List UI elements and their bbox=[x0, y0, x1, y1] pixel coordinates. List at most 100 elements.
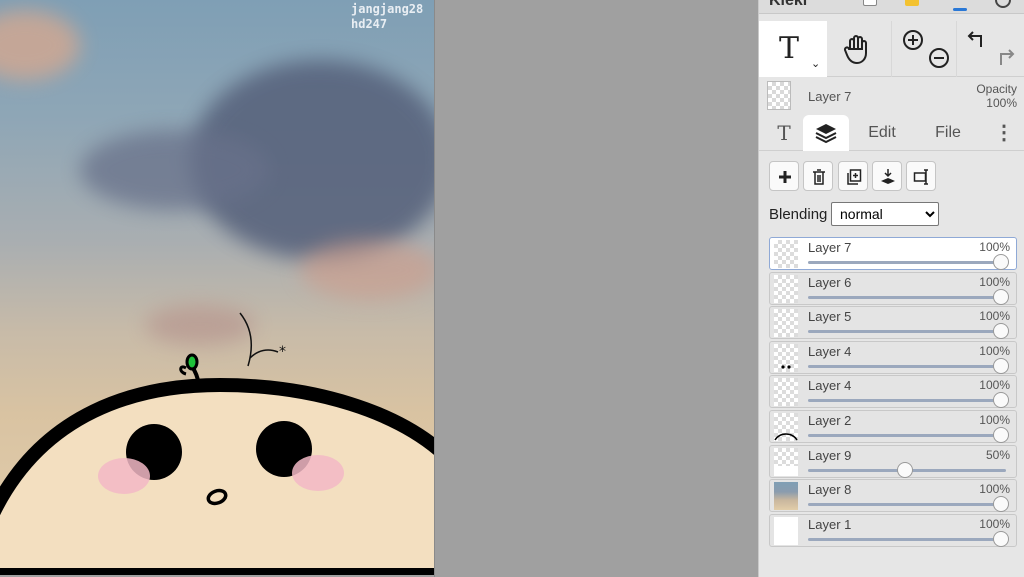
layer-list: Layer 7 100% Layer 6 100% Layer 5 100% Layer 4… bbox=[769, 237, 1017, 548]
layer-thumbnail bbox=[774, 309, 798, 338]
current-layer-thumbnail bbox=[767, 81, 791, 110]
duplicate-layer-button[interactable] bbox=[838, 161, 868, 191]
sketch-star: * bbox=[279, 344, 286, 360]
rename-layer-button[interactable] bbox=[906, 161, 936, 191]
watermark: jangjang28 hd247 bbox=[351, 2, 423, 32]
opacity-value: 100% bbox=[986, 96, 1017, 110]
layer-name: Layer 7 bbox=[808, 240, 852, 255]
layer-thumbnail bbox=[774, 274, 798, 303]
watermark-line-1: jangjang28 bbox=[351, 2, 424, 16]
layer-opacity: 50% bbox=[985, 447, 1010, 462]
left-blush bbox=[98, 458, 150, 494]
opacity-slider-handle[interactable] bbox=[993, 426, 1009, 443]
tab-file[interactable]: File bbox=[923, 115, 973, 151]
opacity-slider-track[interactable] bbox=[808, 503, 1006, 507]
tab-layers[interactable] bbox=[803, 115, 849, 151]
layer-thumbnail bbox=[774, 482, 798, 511]
layer-thumbnail bbox=[774, 447, 798, 476]
sketch-curve bbox=[249, 349, 279, 359]
sketch-line bbox=[239, 312, 253, 367]
layer-opacity: 100% bbox=[979, 274, 1010, 289]
redo-icon[interactable] bbox=[993, 47, 1015, 69]
new-image-icon[interactable] bbox=[863, 0, 877, 6]
layer-row[interactable]: Layer 5 100% bbox=[769, 306, 1017, 340]
add-layer-button[interactable] bbox=[769, 161, 799, 191]
layer-row[interactable]: Layer 1 100% bbox=[769, 513, 1017, 547]
layer-opacity: 100% bbox=[979, 309, 1010, 324]
drawing-canvas[interactable]: * jangjang28 hd247 bbox=[0, 0, 434, 575]
trash-icon bbox=[813, 169, 825, 185]
hand-icon bbox=[843, 35, 867, 65]
opacity-slider-track[interactable] bbox=[808, 399, 1006, 403]
undo-icon[interactable] bbox=[967, 29, 989, 51]
opacity-slider-handle[interactable] bbox=[993, 323, 1009, 340]
blending-mode-select[interactable]: normal bbox=[831, 202, 939, 226]
layer-name: Layer 4 bbox=[808, 343, 852, 359]
side-panel: Kleki T ⌄ Layer 7 Opacity 100% T Edit Fi… bbox=[758, 0, 1024, 577]
layer-row[interactable]: Layer 8 100% bbox=[769, 479, 1017, 513]
help-icon[interactable] bbox=[995, 0, 1011, 8]
opacity-slider-handle[interactable] bbox=[993, 288, 1009, 305]
more-menu-icon[interactable]: ⋮ bbox=[991, 115, 1017, 151]
layer-actions bbox=[759, 152, 1024, 200]
opacity-slider-handle[interactable] bbox=[993, 392, 1009, 409]
merge-down-button[interactable] bbox=[872, 161, 902, 191]
layer-name: Layer 1 bbox=[808, 516, 852, 532]
opacity-label: Opacity bbox=[976, 82, 1017, 96]
opacity-slider-track[interactable] bbox=[808, 330, 1006, 334]
opacity-slider-handle[interactable] bbox=[896, 461, 913, 478]
layer-row[interactable]: Layer 9 50% bbox=[769, 444, 1017, 478]
app-logo: Kleki bbox=[769, 0, 808, 9]
layer-row[interactable]: Layer 7 100% bbox=[769, 237, 1017, 270]
layer-opacity: 100% bbox=[979, 516, 1010, 531]
zoom-buttons bbox=[892, 21, 956, 77]
tab-text[interactable]: T bbox=[767, 115, 801, 151]
chevron-down-icon[interactable]: ⌄ bbox=[811, 57, 820, 70]
opacity-slider-handle[interactable] bbox=[993, 496, 1009, 513]
text-tool-button[interactable]: T ⌄ bbox=[759, 21, 827, 77]
watermark-line-2: hd247 bbox=[351, 17, 388, 31]
rename-icon bbox=[913, 169, 928, 185]
tab-edit[interactable]: Edit bbox=[855, 115, 909, 151]
layer-row[interactable]: Layer 6 100% bbox=[769, 271, 1017, 305]
hand-tool-button[interactable] bbox=[827, 21, 891, 77]
current-layer-header: Layer 7 Opacity 100% bbox=[759, 78, 1024, 114]
sprout-leaf bbox=[185, 353, 199, 371]
layer-thumbnail bbox=[774, 516, 798, 545]
opacity-slider-handle[interactable] bbox=[993, 357, 1009, 374]
plus-icon bbox=[779, 171, 791, 183]
layer-name: Layer 8 bbox=[808, 482, 852, 498]
layer-name: Layer 6 bbox=[808, 274, 852, 290]
opacity-slider-handle[interactable] bbox=[993, 530, 1009, 547]
zoom-out-icon[interactable] bbox=[928, 47, 950, 69]
layer-name: Layer 2 bbox=[808, 412, 852, 428]
layer-opacity: 100% bbox=[979, 412, 1010, 427]
layer-opacity: 100% bbox=[979, 240, 1010, 254]
delete-layer-button[interactable] bbox=[803, 161, 833, 191]
undo-redo-buttons bbox=[957, 21, 1021, 77]
layer-opacity: 100% bbox=[979, 482, 1010, 497]
layers-toggle-icon[interactable] bbox=[953, 8, 967, 11]
blending-control: Blending normal bbox=[769, 202, 1019, 226]
layer-thumbnail bbox=[774, 343, 798, 372]
layer-name: Layer 9 bbox=[808, 447, 852, 463]
opacity-slider-handle[interactable] bbox=[993, 254, 1009, 270]
layer-opacity: 100% bbox=[979, 343, 1010, 358]
opacity-slider-track[interactable] bbox=[808, 261, 1006, 264]
zoom-in-icon[interactable] bbox=[902, 29, 924, 51]
layer-row[interactable]: Layer 4 100% bbox=[769, 340, 1017, 374]
opacity-slider-track[interactable] bbox=[808, 537, 1006, 541]
canvas-edge bbox=[434, 0, 435, 577]
opacity-slider-track[interactable] bbox=[808, 364, 1006, 368]
layer-row[interactable]: Layer 2 100% bbox=[769, 409, 1017, 443]
import-icon[interactable] bbox=[905, 0, 919, 6]
layers-icon bbox=[815, 124, 837, 144]
top-toolbar: Kleki bbox=[759, 0, 1024, 14]
character-body bbox=[0, 377, 434, 575]
current-layer-name: Layer 7 bbox=[808, 89, 852, 104]
layer-name: Layer 4 bbox=[808, 378, 852, 394]
layer-row[interactable]: Layer 4 100% bbox=[769, 375, 1017, 409]
opacity-slider-track[interactable] bbox=[808, 433, 1006, 437]
opacity-slider-track[interactable] bbox=[808, 295, 1006, 299]
duplicate-icon bbox=[847, 169, 862, 185]
